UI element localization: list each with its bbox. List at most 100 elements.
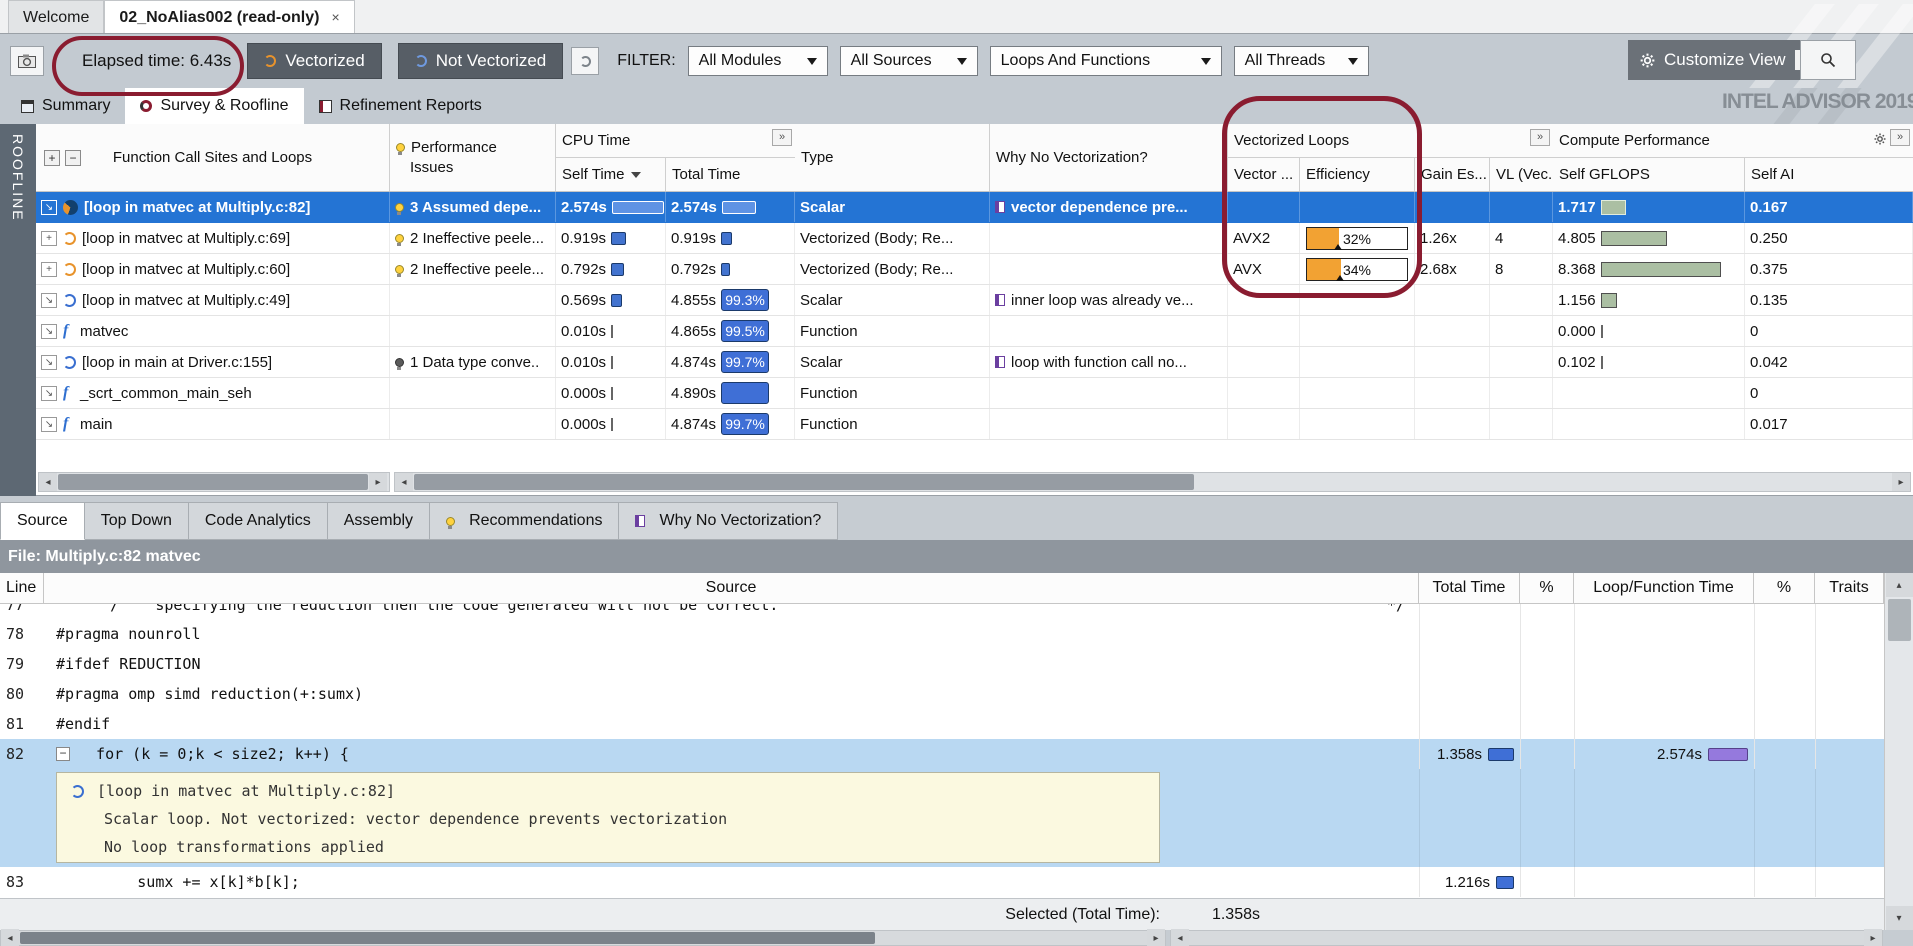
expand-icon[interactable]: + xyxy=(41,231,57,246)
column-src-total-time[interactable]: Total Time xyxy=(1419,573,1520,603)
source-row[interactable]: 81#endif xyxy=(0,709,1913,739)
threads-dropdown[interactable]: All Threads xyxy=(1234,46,1369,76)
collapse-icon[interactable]: − xyxy=(56,747,70,761)
tab-survey-roofline[interactable]: Survey & Roofline xyxy=(125,88,303,124)
table-row[interactable]: ↘fmain0.000s4.874s99.7%Function0.017 xyxy=(36,409,1913,440)
column-self-ai[interactable]: Self AI xyxy=(1745,158,1913,192)
table-row[interactable]: ↘f_scrt_common_main_seh0.000s4.890sFunct… xyxy=(36,378,1913,409)
column-vl[interactable]: VL (Vec... xyxy=(1490,158,1553,192)
vectorized-loops-group-header[interactable]: Vectorized Loops » xyxy=(1228,124,1553,158)
tab-code-analytics[interactable]: Code Analytics xyxy=(189,502,328,540)
cell-function: ↘[loop in main at Driver.c:155] xyxy=(36,347,390,377)
tab-top-down[interactable]: Top Down xyxy=(85,502,189,540)
cell-performance-issues xyxy=(390,409,556,439)
modules-dropdown[interactable]: All Modules xyxy=(688,46,828,76)
tab-welcome[interactable]: Welcome xyxy=(8,0,104,33)
snapshot-button[interactable] xyxy=(10,46,44,76)
self-time-value: 0.000s xyxy=(561,416,606,433)
expand-columns-icon[interactable]: » xyxy=(772,129,792,146)
scroll-left-icon[interactable]: ◂ xyxy=(39,473,57,491)
self-time-bar xyxy=(612,201,664,214)
search-button[interactable] xyxy=(1800,40,1856,80)
column-why-no-vectorization[interactable]: Why No Vectorization? xyxy=(990,124,1228,191)
loops-functions-dropdown[interactable]: Loops And Functions xyxy=(990,46,1222,76)
source-row[interactable]: 83 sumx += x[k]*b[k];1.216s xyxy=(0,867,1913,897)
expand-columns-icon[interactable]: » xyxy=(1890,129,1910,146)
metrics-horizontal-scrollbar[interactable]: ◂ ▸ xyxy=(1170,930,1883,946)
scrollbar-thumb[interactable] xyxy=(58,474,368,490)
tab-recommendations[interactable]: Recommendations xyxy=(430,502,619,540)
expand-icon[interactable]: ↘ xyxy=(41,293,57,308)
column-loop-function-time[interactable]: Loop/Function Time xyxy=(1574,573,1754,603)
table-row[interactable]: ↘[loop in matvec at Multiply.c:49]0.569s… xyxy=(36,285,1913,316)
scroll-left-icon[interactable]: ◂ xyxy=(1171,929,1189,946)
tab-source[interactable]: Source xyxy=(0,502,85,540)
source-vertical-scrollbar[interactable]: ▴ ▾ xyxy=(1884,573,1913,930)
function-column-scrollbar[interactable]: ◂ ▸ xyxy=(38,472,390,492)
scroll-right-icon[interactable]: ▸ xyxy=(369,473,387,491)
source-row[interactable]: 78#pragma nounroll xyxy=(0,619,1913,649)
expand-icon[interactable]: ↘ xyxy=(41,355,57,370)
scrollbar-thumb[interactable] xyxy=(1888,599,1911,641)
expand-icon[interactable]: ↘ xyxy=(41,200,57,215)
tab-why-no-vectorization[interactable]: Why No Vectorization? xyxy=(619,502,838,540)
refresh-button[interactable] xyxy=(571,47,599,75)
column-src-percent[interactable]: % xyxy=(1520,573,1574,603)
table-row[interactable]: ↘[loop in matvec at Multiply.c:82]3 Assu… xyxy=(36,192,1913,223)
close-icon[interactable]: × xyxy=(331,2,339,33)
expand-columns-icon[interactable]: » xyxy=(1530,129,1550,146)
table-row[interactable]: ↘[loop in main at Driver.c:155]1 Data ty… xyxy=(36,347,1913,378)
table-row[interactable]: +[loop in matvec at Multiply.c:69]2 Inef… xyxy=(36,223,1913,254)
scrollbar-thumb[interactable] xyxy=(414,474,1194,490)
tab-result[interactable]: 02_NoAlias002 (read-only) × xyxy=(104,0,354,33)
column-src-percent2[interactable]: % xyxy=(1754,573,1815,603)
scroll-down-icon[interactable]: ▾ xyxy=(1886,906,1913,930)
scrollbar-thumb[interactable] xyxy=(20,932,875,944)
cpu-time-group-header[interactable]: CPU Time » xyxy=(556,124,795,158)
expand-icon[interactable]: + xyxy=(41,262,57,277)
gear-icon[interactable] xyxy=(1874,132,1886,149)
column-function-call-sites[interactable]: + − Function Call Sites and Loops xyxy=(36,124,390,191)
cell-loop-function-time xyxy=(1574,679,1754,709)
column-total-time[interactable]: Total Time xyxy=(666,158,795,192)
compute-performance-group-header[interactable]: Compute Performance » xyxy=(1553,124,1913,158)
cell-self-ai: 0.167 xyxy=(1745,192,1913,222)
scroll-up-icon[interactable]: ▴ xyxy=(1886,573,1913,597)
not-vectorized-filter-button[interactable]: Not Vectorized xyxy=(398,43,564,79)
column-traits[interactable]: Traits xyxy=(1815,573,1884,603)
vectorized-filter-button[interactable]: Vectorized xyxy=(247,43,381,79)
column-self-time[interactable]: Self Time xyxy=(556,158,666,192)
source-horizontal-scrollbar[interactable]: ◂ ▸ xyxy=(0,930,1166,946)
scroll-left-icon[interactable]: ◂ xyxy=(395,473,413,491)
scroll-right-icon[interactable]: ▸ xyxy=(1147,929,1165,946)
total-time-value: 0.792s xyxy=(671,261,716,278)
column-gain[interactable]: Gain Es... xyxy=(1415,158,1490,192)
scroll-right-icon[interactable]: ▸ xyxy=(1892,473,1910,491)
expand-icon[interactable]: ↘ xyxy=(41,417,57,432)
tab-summary[interactable]: Summary xyxy=(6,88,125,124)
scroll-right-icon[interactable]: ▸ xyxy=(1864,929,1882,946)
source-row[interactable]: 80#pragma omp simd reduction(+:sumx) xyxy=(0,679,1913,709)
cell-src-percent2 xyxy=(1754,679,1815,709)
expand-icon[interactable]: ↘ xyxy=(41,386,57,401)
sources-dropdown[interactable]: All Sources xyxy=(840,46,978,76)
table-row[interactable]: ↘fmatvec0.010s4.865s99.5%Function0.0000 xyxy=(36,316,1913,347)
tab-refinement-reports[interactable]: Refinement Reports xyxy=(304,88,497,124)
expand-icon[interactable]: ↘ xyxy=(41,324,57,339)
collapse-all-button[interactable]: − xyxy=(65,150,81,166)
roofline-sidebar[interactable]: ROOFLINE xyxy=(0,124,36,496)
expand-all-button[interactable]: + xyxy=(44,150,60,166)
source-row[interactable]: 77 / specifying the reduction then the c… xyxy=(0,604,1913,619)
column-type[interactable]: Type xyxy=(795,124,990,191)
column-vector-isa[interactable]: Vector ... xyxy=(1228,158,1300,192)
source-row[interactable]: 79#ifdef REDUCTION xyxy=(0,649,1913,679)
source-row[interactable]: 82− for (k = 0;k < size2; k++) {1.358s2.… xyxy=(0,739,1913,769)
column-self-gflops[interactable]: Self GFLOPS xyxy=(1553,158,1745,192)
column-performance-issues[interactable]: Performance Issues xyxy=(390,124,556,191)
cell-type: Vectorized (Body; Re... xyxy=(795,254,990,284)
data-columns-scrollbar[interactable]: ◂ ▸ xyxy=(394,472,1911,492)
tab-assembly[interactable]: Assembly xyxy=(328,502,430,540)
scroll-left-icon[interactable]: ◂ xyxy=(1,929,19,946)
column-efficiency[interactable]: Efficiency xyxy=(1300,158,1415,192)
table-row[interactable]: +[loop in matvec at Multiply.c:60]2 Inef… xyxy=(36,254,1913,285)
